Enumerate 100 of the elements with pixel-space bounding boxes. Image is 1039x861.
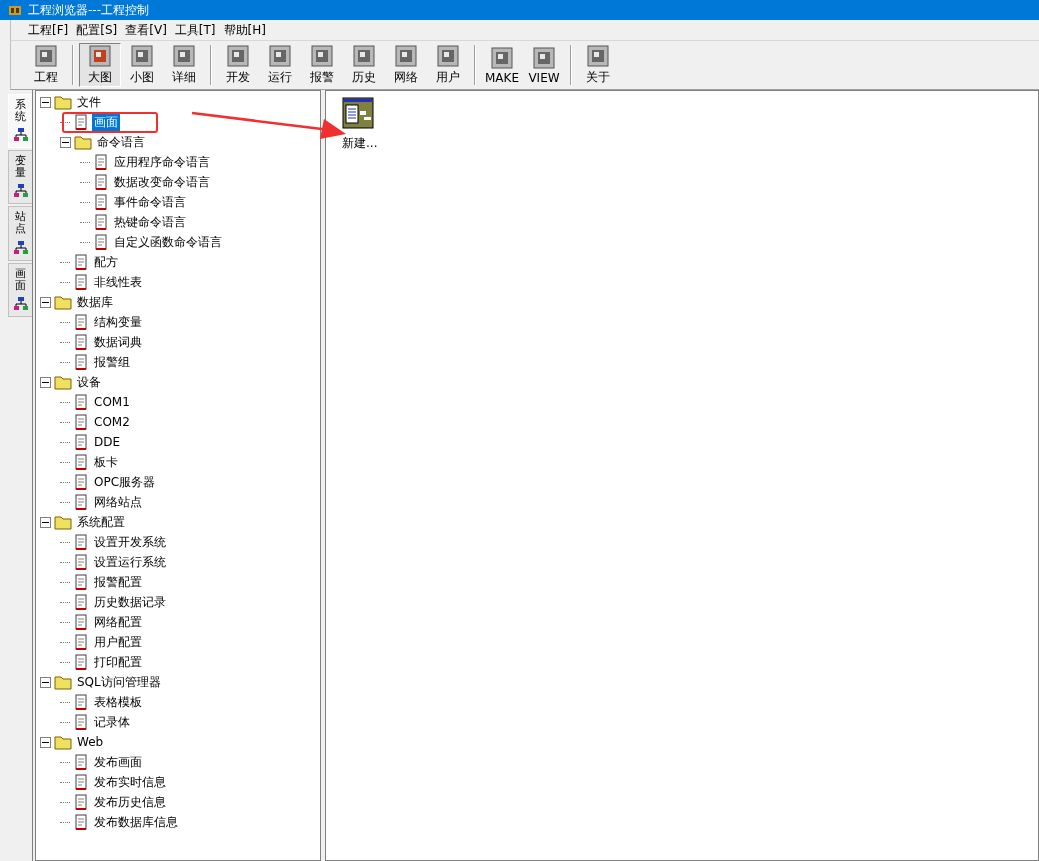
network-icon <box>12 295 29 312</box>
tree-item[interactable]: 报警配置 <box>92 572 144 592</box>
tool-icon <box>34 44 58 68</box>
tool-icon <box>130 44 154 68</box>
tree-item[interactable]: 报警组 <box>92 352 132 372</box>
tree-item[interactable]: 网络配置 <box>92 612 144 632</box>
tree-item[interactable]: 网络站点 <box>92 492 144 512</box>
document-icon <box>73 594 89 610</box>
document-icon <box>93 234 109 250</box>
tree-item[interactable]: 设置运行系统 <box>92 552 168 572</box>
document-icon <box>93 214 109 230</box>
collapse-toggle[interactable] <box>40 96 51 108</box>
item-label[interactable]: 新建... <box>342 135 378 152</box>
toolbar-button[interactable]: VIEW <box>523 43 565 87</box>
tree-item[interactable]: 数据改变命令语言 <box>112 172 212 192</box>
window-title: 工程浏览器---工程控制 <box>28 1 149 19</box>
tool-icon <box>268 44 292 68</box>
toolbar-button[interactable]: 详细 <box>163 43 205 87</box>
toolbar-button[interactable]: 开发 <box>217 43 259 87</box>
network-icon <box>12 127 29 144</box>
document-icon <box>73 354 89 370</box>
toolbar-button[interactable]: 工程 <box>25 43 67 87</box>
tree-item[interactable]: 设备 <box>75 372 103 392</box>
toolbar-button[interactable]: 运行 <box>259 43 301 87</box>
tree-item[interactable]: 表格模板 <box>92 692 144 712</box>
tool-icon <box>310 44 334 68</box>
menu-item[interactable]: 工程[F] <box>25 20 72 40</box>
tree-item[interactable]: 发布画面 <box>92 752 144 772</box>
document-icon <box>73 494 89 510</box>
tree-item[interactable]: 结构变量 <box>92 312 144 332</box>
tree-item[interactable]: DDE <box>92 434 123 450</box>
tree-item[interactable]: COM1 <box>92 394 132 410</box>
side-tab[interactable]: 画面 <box>8 262 32 317</box>
toolbar-button[interactable]: 历史 <box>343 43 385 87</box>
menu-item[interactable]: 配置[S] <box>73 20 121 40</box>
network-icon <box>12 239 29 256</box>
collapse-toggle[interactable] <box>40 736 51 748</box>
tree-item[interactable]: 历史数据记录 <box>92 592 168 612</box>
collapse-toggle[interactable] <box>40 296 51 308</box>
tree-item[interactable]: OPC服务器 <box>92 472 158 492</box>
tree-item[interactable]: COM2 <box>92 414 132 430</box>
side-tab[interactable]: 站点 <box>8 206 32 261</box>
tree-item[interactable]: 板卡 <box>92 452 120 472</box>
document-icon <box>73 794 89 810</box>
side-tab[interactable]: 系统 <box>8 94 32 149</box>
folder-icon <box>54 374 72 390</box>
tree-item[interactable]: 配方 <box>92 252 120 272</box>
tree-item[interactable]: Web <box>75 734 106 750</box>
tree-item[interactable]: 用户配置 <box>92 632 144 652</box>
tree-item[interactable]: 命令语言 <box>95 132 147 152</box>
document-icon <box>73 414 89 430</box>
tree-item[interactable]: 打印配置 <box>92 652 144 672</box>
tree-item[interactable]: 应用程序命令语言 <box>112 152 212 172</box>
tree-item[interactable]: 设置开发系统 <box>92 532 168 552</box>
document-icon <box>73 774 89 790</box>
tree-item[interactable]: 热键命令语言 <box>112 212 188 232</box>
tree-item[interactable]: 自定义函数命令语言 <box>112 232 224 252</box>
toolbar-button[interactable]: 小图 <box>121 43 163 87</box>
menu-item[interactable]: 工具[T] <box>171 20 219 40</box>
tree-item[interactable]: 发布历史信息 <box>92 792 168 812</box>
toolbar-button[interactable]: 报警 <box>301 43 343 87</box>
tool-icon <box>88 44 112 68</box>
tool-icon <box>586 44 610 68</box>
toolbar-button[interactable]: 大图 <box>79 43 121 87</box>
tree-item[interactable]: 记录体 <box>92 712 132 732</box>
document-icon <box>73 474 89 490</box>
tree-item[interactable]: 数据词典 <box>92 332 144 352</box>
collapse-toggle[interactable] <box>40 676 51 688</box>
tree-item[interactable]: 事件命令语言 <box>112 192 188 212</box>
window-icon <box>342 97 374 129</box>
document-icon <box>73 654 89 670</box>
side-tab[interactable]: 变量 <box>8 150 32 205</box>
folder-icon <box>54 734 72 750</box>
collapse-toggle[interactable] <box>40 516 51 528</box>
document-icon <box>73 454 89 470</box>
collapse-toggle[interactable] <box>40 376 51 388</box>
document-icon <box>93 194 109 210</box>
tree-item[interactable]: 文件 <box>75 92 103 112</box>
tool-icon <box>394 44 418 68</box>
menu-item[interactable]: 帮助[H] <box>220 20 269 40</box>
document-icon <box>73 314 89 330</box>
tree-item[interactable]: SQL访问管理器 <box>75 672 163 692</box>
document-icon <box>73 574 89 590</box>
toolbar-button[interactable]: 用户 <box>427 43 469 87</box>
tool-icon <box>172 44 196 68</box>
menu-item[interactable]: 查看[V] <box>122 20 170 40</box>
tool-icon <box>490 45 514 70</box>
tree-item[interactable]: 数据库 <box>75 292 115 312</box>
folder-icon <box>74 134 92 150</box>
document-icon <box>73 434 89 450</box>
tool-icon <box>226 44 250 68</box>
tree-item[interactable]: 非线性表 <box>92 272 144 292</box>
document-icon <box>73 614 89 630</box>
tree-item[interactable]: 发布数据库信息 <box>92 812 180 832</box>
tree-item[interactable]: 系统配置 <box>75 512 127 532</box>
toolbar-button[interactable]: MAKE <box>481 43 523 87</box>
toolbar-button[interactable]: 网络 <box>385 43 427 87</box>
toolbar-button[interactable]: 关于 <box>577 43 619 87</box>
tree-item[interactable]: 发布实时信息 <box>92 772 168 792</box>
collapse-toggle[interactable] <box>60 136 71 148</box>
